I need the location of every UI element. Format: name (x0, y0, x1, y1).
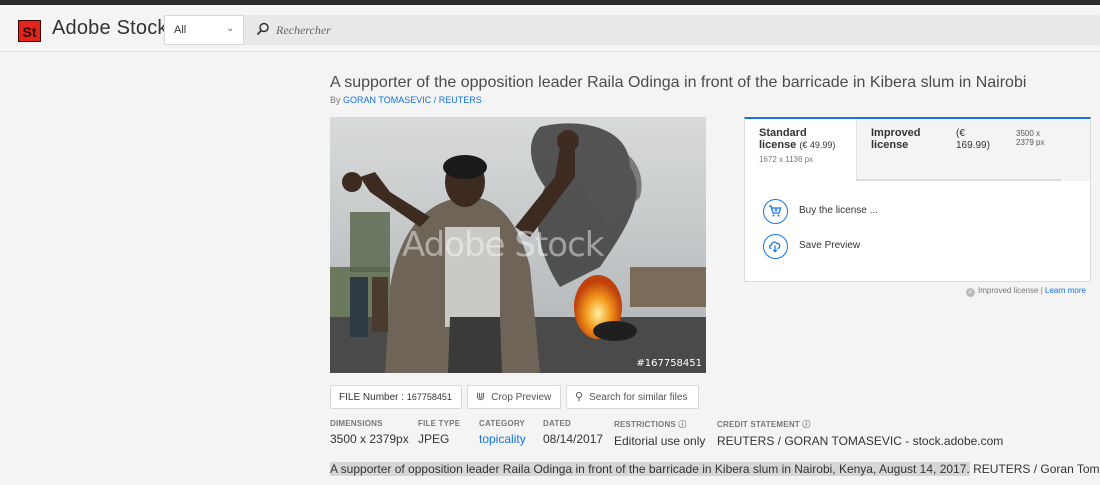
dropdown-value: All (174, 24, 187, 36)
asset-caption: A supporter of opposition leader Raila O… (330, 462, 1100, 476)
search-input[interactable] (276, 15, 676, 45)
meta-dated: DATED 08/14/2017 (543, 419, 603, 446)
standard-dims: 1672 x 1136 px (759, 155, 814, 164)
credit-label[interactable]: CREDIT STATEMENT ⓘ (717, 419, 1003, 430)
improved-title: Improved (871, 127, 921, 139)
learn-more-link[interactable]: Learn more (1045, 286, 1086, 295)
tab-improved-license[interactable]: Improved license (856, 119, 942, 181)
adobe-stock-logo-badge[interactable]: St (18, 20, 41, 42)
standard-title: Standard (759, 127, 807, 139)
improved-license-note: ✓ Improved license | Learn more (966, 286, 1086, 297)
asset-type-dropdown[interactable]: All ⌄ (164, 15, 244, 45)
improved-dims[interactable]: 3500 x 2379 px (1002, 119, 1062, 181)
search-similar-button[interactable]: ⚲ Search for similar files (566, 385, 699, 409)
filetype-value: JPEG (418, 432, 450, 446)
crop-preview-button[interactable]: ⋓ Crop Preview (467, 385, 561, 409)
byline-prefix: By (330, 95, 341, 105)
improved-word: license (871, 139, 909, 151)
file-number-chip: FILE Number : 167758451 (330, 385, 462, 409)
photo-watermark: Adobe Stock (402, 225, 604, 265)
dated-label: DATED (543, 419, 571, 428)
dimensions-value: 3500 x 2379px (330, 432, 409, 446)
buy-license-label: Buy the license ... (799, 205, 878, 216)
improved-price-line2: 169.99) (956, 140, 990, 151)
cloud-download-icon-circle (763, 234, 788, 259)
save-preview-label: Save Preview (799, 240, 861, 251)
check-icon: ✓ (966, 288, 975, 297)
cart-icon (769, 205, 782, 217)
search-icon[interactable] (256, 22, 270, 36)
caption-rest: REUTERS / Goran Tomasevic (973, 462, 1100, 476)
meta-category: CATEGORY topicality (479, 419, 526, 446)
category-label: CATEGORY (479, 419, 526, 428)
category-link[interactable]: topicality (479, 432, 526, 446)
dated-value: 08/14/2017 (543, 432, 604, 446)
restrictions-value: Editorial use only (614, 434, 706, 448)
improved-license-note-text: Improved license | (978, 286, 1043, 295)
search-bar: All ⌄ (164, 15, 1100, 45)
crop-icon: ⋓ (476, 391, 486, 403)
improved-dims-line2: 2379 px (1016, 138, 1045, 147)
improved-price-line1: (€ (956, 128, 965, 139)
caption-highlight: A supporter of opposition leader Raila O… (330, 462, 970, 476)
meta-filetype: FILE TYPE JPEG (418, 419, 460, 446)
file-label: FILE (339, 392, 361, 403)
brand-title[interactable]: Adobe Stock (52, 17, 168, 40)
improved-dims-line1: 3500 x (1016, 129, 1041, 138)
standard-price: (€ 49.99) (799, 140, 836, 150)
filetype-label: FILE TYPE (418, 419, 461, 428)
meta-credit: CREDIT STATEMENT ⓘ REUTERS / GORAN TOMAS… (717, 419, 1003, 448)
standard-word: license (759, 139, 797, 151)
byline: By GORAN TOMASEVIC / REUTERS (330, 95, 482, 105)
meta-dimensions: DIMENSIONS 3500 x 2379px (330, 419, 409, 446)
file-number: 167758451 (406, 392, 452, 402)
stock-photo[interactable]: Adobe Stock #167758451 (330, 117, 706, 373)
photo-id-overlay: #167758451 (636, 358, 702, 369)
page-title: A supporter of the opposition leader Rai… (330, 74, 1027, 91)
chevron-down-icon: ⌄ (226, 23, 235, 34)
license-tabs: Standard license (€ 49.99) 1672 x 1136 p… (745, 119, 1090, 181)
tab-standard-license[interactable]: Standard license (€ 49.99) 1672 x 1136 p… (745, 119, 856, 181)
restrictions-label[interactable]: RESTRICTIONS ⓘ (614, 419, 705, 430)
meta-restrictions: RESTRICTIONS ⓘ Editorial use only (614, 419, 705, 448)
credit-value: REUTERS / GORAN TOMASEVIC - stock.adobe.… (717, 434, 1004, 448)
license-panel: Standard license (€ 49.99) 1672 x 1136 p… (744, 117, 1091, 282)
search-icon: ⚲ (575, 391, 584, 403)
improved-price[interactable]: (€ 169.99) (942, 119, 1002, 181)
header-bar: St Adobe Stock All ⌄ (0, 5, 1100, 52)
author-link[interactable]: GORAN TOMASEVIC / REUTERS (343, 95, 482, 105)
number-label: Number : (362, 392, 405, 403)
search-similar-label: Search for similar files (589, 392, 688, 403)
tab-divider (856, 179, 1061, 181)
cloud-download-icon (769, 241, 781, 253)
crop-preview-label: Crop Preview (491, 392, 552, 403)
cart-icon-circle (763, 199, 788, 224)
dimensions-label: DIMENSIONS (330, 419, 383, 428)
